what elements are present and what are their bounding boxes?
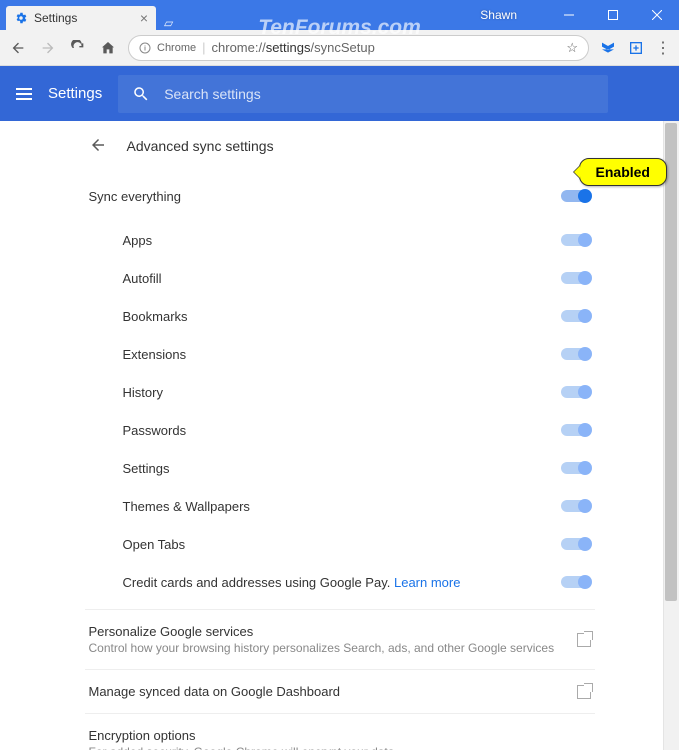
sync-item-row: Open Tabs [85,525,595,563]
divider: | [202,40,205,55]
sync-item-label: Bookmarks [123,309,561,324]
reload-button[interactable] [68,38,88,58]
scrollbar-thumb[interactable] [665,123,677,601]
back-arrow-icon[interactable] [89,136,107,157]
security-chip: Chrome [157,42,196,54]
personalize-title: Personalize Google services [89,624,577,639]
sync-item-toggle[interactable] [561,348,591,360]
forward-button[interactable] [38,38,58,58]
sync-item-toggle[interactable] [561,386,591,398]
dashboard-row[interactable]: Manage synced data on Google Dashboard [85,669,595,713]
home-button[interactable] [98,38,118,58]
sync-item-label: Apps [123,233,561,248]
sync-item-row: Apps [85,221,595,259]
sync-item-toggle[interactable] [561,310,591,322]
settings-icon [14,11,28,25]
sync-item-row: Passwords [85,411,595,449]
sync-item-label: Passwords [123,423,561,438]
sync-item-label: Themes & Wallpapers [123,499,561,514]
url-text: chrome://settings/syncSetup [212,40,561,55]
sync-item-toggle[interactable] [561,272,591,284]
tab-title: Settings [34,11,77,25]
sync-everything-label: Sync everything [89,189,561,204]
sync-item-toggle[interactable] [561,538,591,550]
content-viewport: Advanced sync settings Sync everything A… [0,121,679,750]
browser-tab[interactable]: Settings × [6,6,156,30]
tab-strip: Settings × ▱ [0,0,480,30]
address-bar[interactable]: Chrome | chrome://settings/syncSetup ☆ [128,35,589,61]
dashboard-title: Manage synced data on Google Dashboard [89,684,577,699]
personalize-row[interactable]: Personalize Google services Control how … [85,609,595,669]
page-header: Advanced sync settings [85,121,595,171]
sync-item-row: Settings [85,449,595,487]
settings-header: Settings [0,66,679,121]
window-user: Shawn [480,8,517,22]
close-button[interactable] [635,0,679,30]
sync-everything-row: Sync everything [85,177,595,215]
sync-everything-toggle[interactable] [561,190,591,202]
scrollbar[interactable] [663,121,679,750]
sync-item-toggle[interactable] [561,462,591,474]
settings-title: Settings [48,85,102,102]
search-icon [132,85,150,103]
sync-item-label: Extensions [123,347,561,362]
sync-item-toggle[interactable] [561,424,591,436]
sync-item-row: Extensions [85,335,595,373]
sync-item-row: History [85,373,595,411]
minimize-button[interactable] [547,0,591,30]
external-link-icon [577,633,591,647]
window-titlebar: Settings × ▱ Shawn [0,0,679,30]
sync-item-label: Settings [123,461,561,476]
info-icon [139,42,151,54]
maximize-button[interactable] [591,0,635,30]
credit-cards-toggle[interactable] [561,576,591,588]
sync-item-toggle[interactable] [561,500,591,512]
encryption-section: Encryption options For added security, G… [85,713,595,750]
malwarebytes-icon[interactable] [599,39,617,57]
back-button[interactable] [8,38,28,58]
credit-cards-label: Credit cards and addresses using Google … [123,575,561,590]
credit-cards-row: Credit cards and addresses using Google … [85,563,595,601]
learn-more-link[interactable]: Learn more [394,575,460,590]
window-controls [547,0,679,30]
personalize-desc: Control how your browsing history person… [89,641,577,655]
sync-item-toggle[interactable] [561,234,591,246]
sync-item-label: Autofill [123,271,561,286]
new-tab-button[interactable]: ▱ [156,16,181,30]
sync-item-row: Themes & Wallpapers [85,487,595,525]
encryption-desc: For added security, Google Chrome will e… [89,745,591,750]
search-settings[interactable] [118,75,608,113]
search-input[interactable] [164,86,594,102]
settings-panel: Advanced sync settings Sync everything A… [85,121,595,750]
bookmark-star-icon[interactable]: ☆ [566,40,578,56]
close-icon[interactable]: × [140,10,148,26]
sync-item-row: Autofill [85,259,595,297]
external-link-icon [577,685,591,699]
sync-item-label: History [123,385,561,400]
encryption-title: Encryption options [89,728,591,743]
enabled-callout: Enabled [579,158,667,186]
menu-icon[interactable] [16,88,32,100]
extension-icon[interactable] [627,39,645,57]
sync-item-label: Open Tabs [123,537,561,552]
page-title: Advanced sync settings [127,138,274,154]
browser-toolbar: Chrome | chrome://settings/syncSetup ☆ ⋮ [0,30,679,66]
sync-item-row: Bookmarks [85,297,595,335]
menu-button[interactable]: ⋮ [655,38,671,58]
